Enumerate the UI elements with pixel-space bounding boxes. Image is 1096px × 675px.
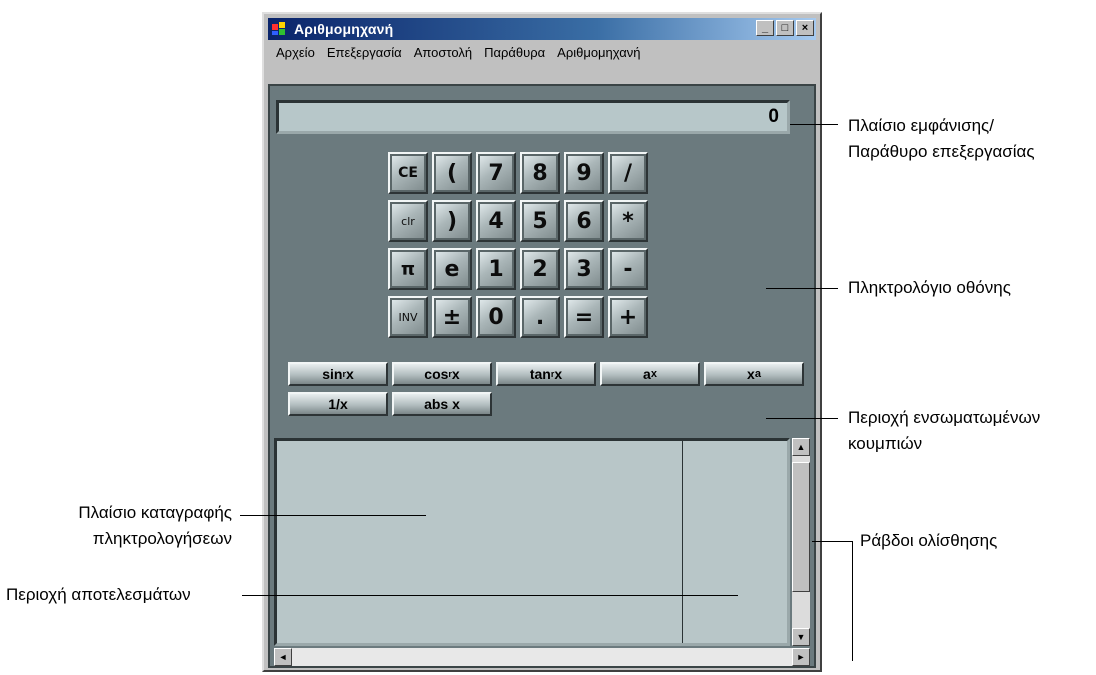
annotation-builtin-keys: Περιοχή ενσωματωμένων κουμπιών <box>848 405 1040 457</box>
key-cos-x: x <box>451 366 460 382</box>
scroll-up-button[interactable]: ▲ <box>792 438 810 456</box>
key-equals[interactable]: = <box>564 296 604 338</box>
vertical-scroll-thumb[interactable] <box>792 462 810 592</box>
key-close-paren[interactable]: ) <box>432 200 472 242</box>
key-decimal[interactable]: . <box>520 296 560 338</box>
key-a-power-x[interactable]: ax <box>600 362 700 386</box>
annotation-display-line1: Πλαίσιο εμφάνισης/ <box>848 116 994 135</box>
key-sin-label: sin <box>322 366 343 382</box>
vertical-scrollbar[interactable]: ▲ ▼ <box>792 438 810 646</box>
key-5[interactable]: 5 <box>520 200 560 242</box>
key-minus[interactable]: - <box>608 248 648 290</box>
display-pointer-line <box>790 124 838 125</box>
key-6[interactable]: 6 <box>564 200 604 242</box>
key-a-power-x-base: a <box>643 366 651 382</box>
key-divide[interactable]: / <box>608 152 648 194</box>
annotation-display: Πλαίσιο εμφάνισης/ Παράθυρο επεξεργασίας <box>848 113 1035 165</box>
key-7[interactable]: 7 <box>476 152 516 194</box>
scrollbar-pointer-line-v <box>852 541 853 661</box>
annotation-tape: Πλαίσιο καταγραφής πληκτρολογήσεων <box>42 500 232 552</box>
key-3[interactable]: 3 <box>564 248 604 290</box>
key-cos[interactable]: cos r x <box>392 362 492 386</box>
keypad-pointer-line <box>766 288 838 289</box>
key-9[interactable]: 9 <box>564 152 604 194</box>
scrollbar-pointer-line-h <box>812 541 852 542</box>
horizontal-scrollbar[interactable]: ◄ ► <box>274 648 810 666</box>
annotation-tape-line1: Πλαίσιο καταγραφής <box>78 503 232 522</box>
key-a-power-x-exp: x <box>650 368 657 380</box>
menu-bar: Αρχείο Επεξεργασία Αποστολή Παράθυρα Αρι… <box>268 42 816 62</box>
key-8[interactable]: 8 <box>520 152 560 194</box>
key-plus[interactable]: + <box>608 296 648 338</box>
scroll-down-button[interactable]: ▼ <box>792 628 810 646</box>
annotation-builtin-line2: κουμπιών <box>848 434 923 453</box>
key-e[interactable]: e <box>432 248 472 290</box>
scroll-left-button[interactable]: ◄ <box>274 648 292 666</box>
key-sin-x: x <box>345 366 354 382</box>
maximize-button[interactable]: □ <box>776 20 794 36</box>
calculator-body: 0 CE ( 7 8 9 / clr ) 4 5 6 * π e 1 2 3 -… <box>268 84 816 668</box>
results-pointer-line <box>242 595 738 596</box>
annotation-scrollbars: Ράβδοι ολίσθησης <box>860 531 998 550</box>
keystroke-tape-area[interactable] <box>274 438 790 646</box>
tape-pointer-line <box>240 515 426 516</box>
builtin-pointer-line <box>766 418 838 419</box>
key-cos-label: cos <box>424 366 449 382</box>
key-abs[interactable]: abs x <box>392 392 492 416</box>
key-inverse[interactable]: INV <box>388 296 428 338</box>
key-sin[interactable]: sin r x <box>288 362 388 386</box>
window-title: Αριθμομηχανή <box>294 21 394 37</box>
key-2[interactable]: 2 <box>520 248 560 290</box>
key-plus-minus[interactable]: ± <box>432 296 472 338</box>
calculator-app-icon <box>272 22 290 36</box>
calculator-window: Αριθμομηχανή _ □ × Αρχείο Επεξεργασία Απ… <box>262 12 822 672</box>
annotation-builtin-line1: Περιοχή ενσωματωμένων <box>848 408 1041 427</box>
key-tan[interactable]: tan r x <box>496 362 596 386</box>
close-button[interactable]: × <box>796 20 814 36</box>
scroll-right-button[interactable]: ► <box>792 648 810 666</box>
key-reciprocal[interactable]: 1/x <box>288 392 388 416</box>
menu-send[interactable]: Αποστολή <box>414 45 472 60</box>
menu-edit[interactable]: Επεξεργασία <box>327 45 402 60</box>
key-multiply[interactable]: * <box>608 200 648 242</box>
menu-file[interactable]: Αρχείο <box>276 45 315 60</box>
key-pi[interactable]: π <box>388 248 428 290</box>
annotation-tape-line2: πληκτρολογήσεων <box>92 529 232 548</box>
results-divider <box>682 441 683 643</box>
title-bar[interactable]: Αριθμομηχανή _ □ × <box>268 18 816 40</box>
annotation-display-line2: Παράθυρο επεξεργασίας <box>848 142 1035 161</box>
menu-calculator[interactable]: Αριθμομηχανή <box>557 45 640 60</box>
key-x-power-a-base: x <box>747 366 755 382</box>
key-x-power-a[interactable]: xa <box>704 362 804 386</box>
key-4[interactable]: 4 <box>476 200 516 242</box>
key-clear-entry[interactable]: CE <box>388 152 428 194</box>
key-x-power-a-exp: a <box>754 368 761 380</box>
key-tan-x: x <box>554 366 563 382</box>
key-1[interactable]: 1 <box>476 248 516 290</box>
key-tan-label: tan <box>529 366 551 382</box>
key-clear[interactable]: clr <box>388 200 428 242</box>
annotation-keypad: Πληκτρολόγιο οθόνης <box>848 278 1011 297</box>
minimize-button[interactable]: _ <box>756 20 774 36</box>
key-open-paren[interactable]: ( <box>432 152 472 194</box>
display-field[interactable]: 0 <box>276 100 790 134</box>
menu-windows[interactable]: Παράθυρα <box>484 45 545 60</box>
annotation-results: Περιοχή αποτελεσμάτων <box>6 585 191 604</box>
key-0[interactable]: 0 <box>476 296 516 338</box>
